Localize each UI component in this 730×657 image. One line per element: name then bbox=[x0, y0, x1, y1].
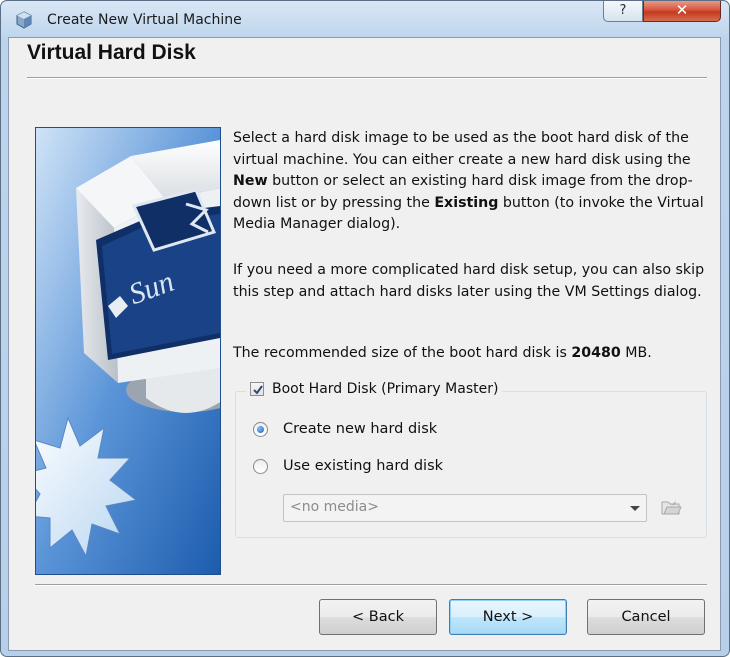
dropdown-value: <no media> bbox=[290, 499, 379, 515]
title-divider-highlight bbox=[27, 78, 707, 79]
create-new-disk-label: Create new hard disk bbox=[283, 421, 438, 437]
para1-existing-bold: Existing bbox=[434, 194, 499, 211]
boot-hard-disk-checkbox-row[interactable]: Boot Hard Disk (Primary Master) bbox=[246, 378, 503, 400]
create-new-disk-option[interactable]: Create new hard disk bbox=[253, 421, 437, 437]
chevron-down-icon bbox=[630, 506, 640, 511]
existing-disk-dropdown[interactable]: <no media> bbox=[283, 494, 647, 522]
dialog-window: Create New Virtual Machine ? ✕ Virtual H… bbox=[0, 0, 730, 657]
use-existing-disk-option[interactable]: Use existing hard disk bbox=[253, 458, 443, 474]
close-button[interactable]: ✕ bbox=[643, 1, 721, 22]
back-button[interactable]: < Back bbox=[319, 599, 437, 635]
para3-text-1: The recommended size of the boot hard di… bbox=[233, 345, 572, 361]
help-button[interactable]: ? bbox=[603, 1, 643, 22]
page-title: Virtual Hard Disk bbox=[27, 41, 196, 64]
description-paragraph-1: Select a hard disk image to be used as t… bbox=[233, 128, 711, 236]
boot-hard-disk-label: Boot Hard Disk (Primary Master) bbox=[272, 381, 499, 397]
description-paragraph-2: If you need a more complicated hard disk… bbox=[233, 262, 705, 300]
recommended-size-value: 20480 bbox=[571, 345, 621, 361]
cancel-button[interactable]: Cancel bbox=[587, 599, 705, 635]
title-bar[interactable]: Create New Virtual Machine ? ✕ bbox=[1, 1, 729, 37]
next-button[interactable]: Next > bbox=[449, 599, 567, 635]
use-existing-disk-label: Use existing hard disk bbox=[283, 458, 444, 474]
para3-text-2: MB. bbox=[620, 345, 652, 361]
wizard-side-image: Sun bbox=[35, 127, 221, 575]
create-new-disk-radio[interactable] bbox=[253, 421, 268, 437]
folder-browse-icon[interactable] bbox=[659, 495, 683, 519]
checkmark-icon bbox=[253, 385, 263, 395]
recommended-size-text: The recommended size of the boot hard di… bbox=[233, 343, 711, 365]
use-existing-disk-radio[interactable] bbox=[253, 458, 268, 474]
window-title: Create New Virtual Machine bbox=[47, 12, 242, 28]
footer-divider-highlight bbox=[35, 585, 707, 586]
para1-new-bold: New bbox=[233, 173, 268, 189]
para1-text-1: Select a hard disk image to be used as t… bbox=[233, 130, 691, 168]
boot-hard-disk-checkbox[interactable] bbox=[250, 382, 264, 396]
virtualbox-app-icon bbox=[16, 11, 32, 29]
